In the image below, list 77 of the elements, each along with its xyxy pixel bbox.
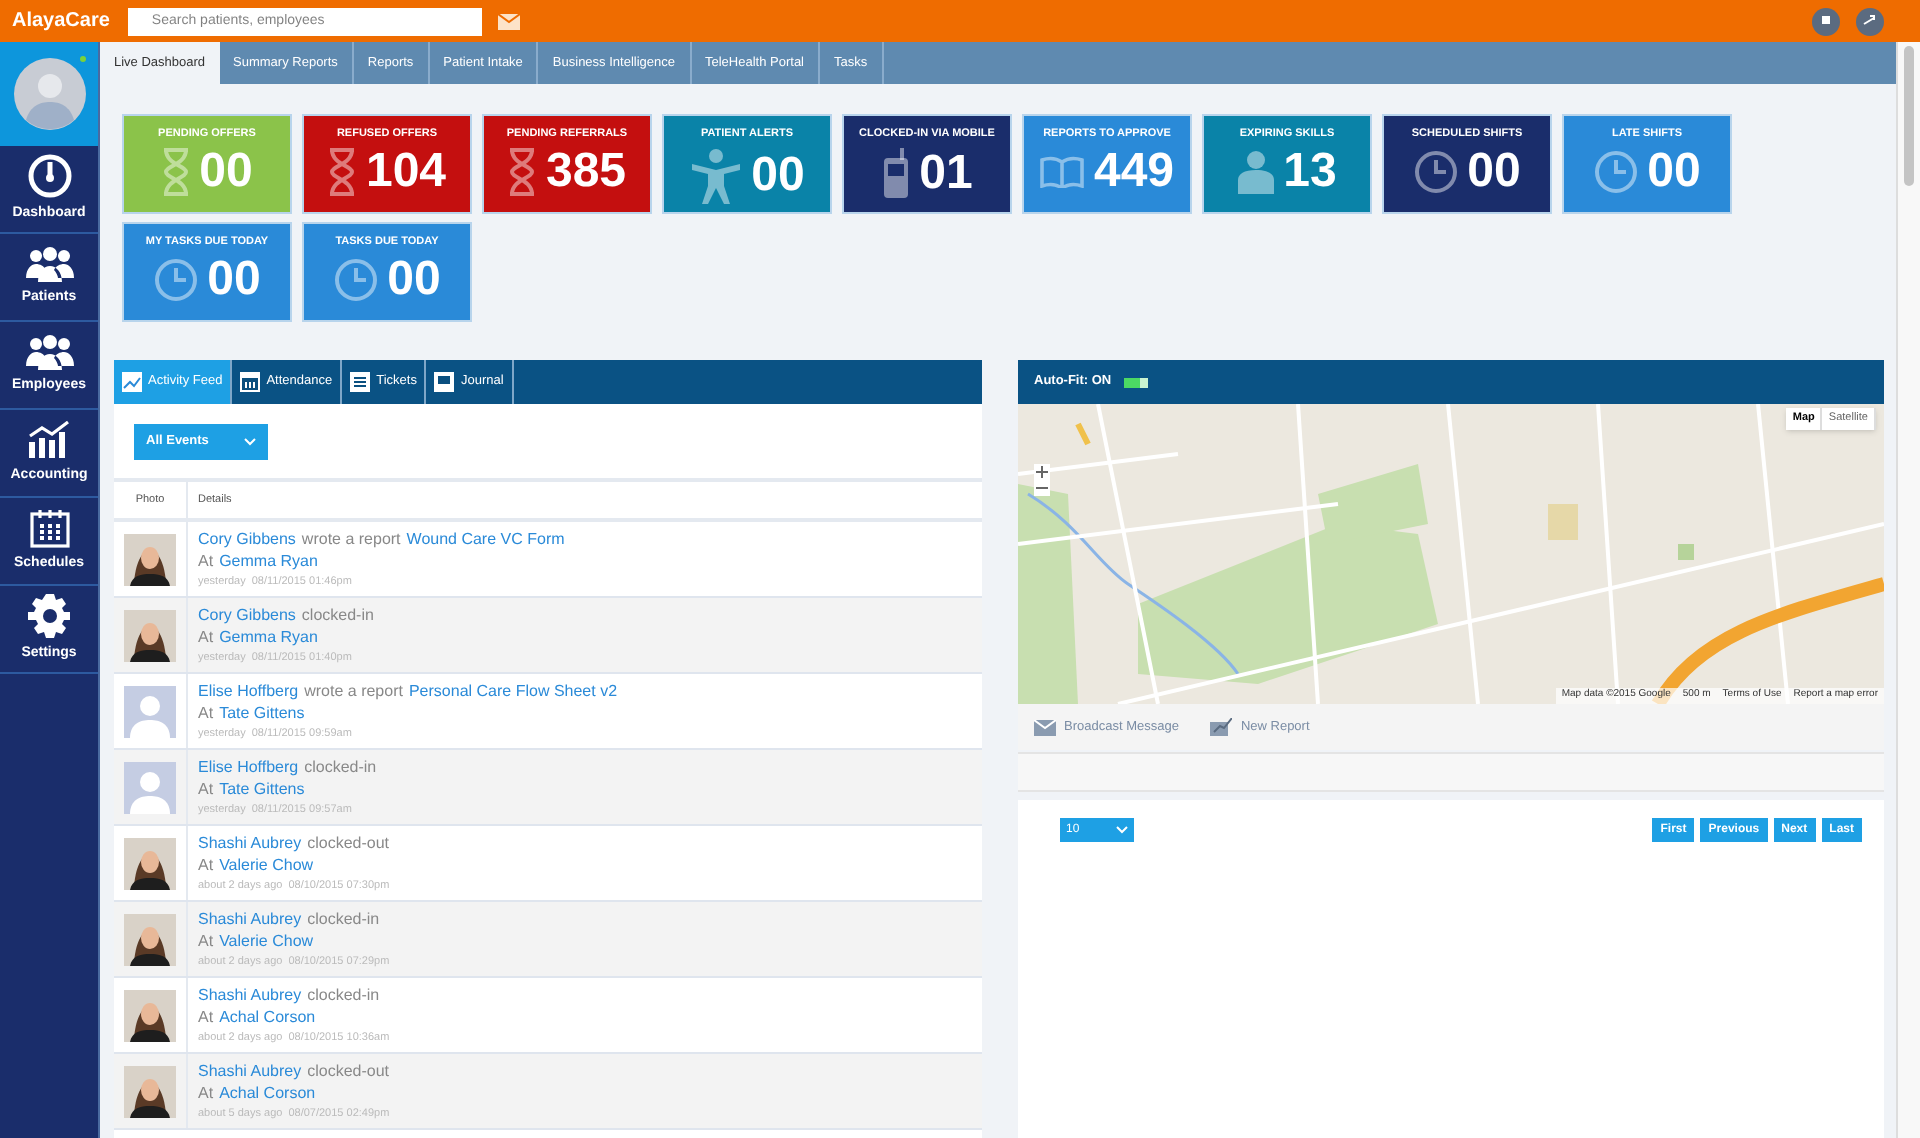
employee-link[interactable]: Shashi Aubrey bbox=[198, 985, 302, 1005]
gauge-icon bbox=[27, 153, 71, 198]
at-text: At bbox=[198, 627, 214, 647]
mail-icon bbox=[1034, 719, 1056, 735]
at-text: At bbox=[198, 1007, 214, 1027]
calendar-icon bbox=[240, 372, 261, 392]
employee-link[interactable]: Elise Hoffberg bbox=[198, 681, 299, 701]
clock-icon bbox=[1593, 150, 1638, 195]
list-icon bbox=[350, 372, 371, 392]
chevron-down-icon bbox=[1116, 826, 1128, 834]
action-text: clocked-out bbox=[307, 833, 390, 853]
avatar-icon[interactable] bbox=[13, 58, 85, 130]
clock-icon bbox=[333, 258, 378, 303]
employee-link[interactable]: Elise Hoffberg bbox=[198, 757, 299, 777]
client-link[interactable]: Achal Corson bbox=[219, 1007, 316, 1027]
journal-icon bbox=[434, 372, 455, 392]
tile-value: 01 bbox=[919, 150, 973, 199]
employee-link[interactable]: Cory Gibbens bbox=[198, 529, 296, 549]
chevron-down-icon bbox=[244, 437, 256, 445]
tile-value: 00 bbox=[199, 148, 253, 197]
tile-value: 104 bbox=[365, 148, 447, 197]
tile-value: 00 bbox=[387, 256, 441, 305]
hourglass-icon bbox=[507, 148, 536, 197]
employee-link[interactable]: Cory Gibbens bbox=[198, 605, 296, 625]
hourglass-icon bbox=[161, 148, 190, 197]
bar-chart-icon bbox=[27, 419, 71, 460]
tile-value: 00 bbox=[751, 152, 805, 201]
action-text: clocked-in bbox=[304, 757, 377, 777]
at-text: At bbox=[198, 551, 214, 571]
client-link[interactable]: Tate Gittens bbox=[219, 779, 305, 799]
at-text: At bbox=[198, 1083, 214, 1103]
employee-link[interactable]: Shashi Aubrey bbox=[198, 1061, 302, 1081]
action-text: clocked-in bbox=[307, 909, 380, 929]
settings-icon bbox=[27, 593, 71, 638]
report-link[interactable]: Personal Care Flow Sheet v2 bbox=[408, 681, 618, 701]
at-text: At bbox=[198, 855, 214, 875]
calendar-icon bbox=[29, 507, 69, 548]
tile-value: 385 bbox=[545, 148, 627, 197]
client-link[interactable]: Valerie Chow bbox=[219, 855, 314, 875]
action-text: clocked-in bbox=[307, 985, 380, 1005]
client-link[interactable]: Valerie Chow bbox=[219, 931, 314, 951]
avatar-placeholder-icon bbox=[124, 761, 176, 813]
tile-value: 00 bbox=[1647, 148, 1701, 197]
action-text: clocked-in bbox=[301, 605, 374, 625]
at-text: At bbox=[198, 931, 214, 951]
person-icon bbox=[689, 148, 742, 205]
clock-icon bbox=[1413, 150, 1458, 195]
people-icon bbox=[25, 333, 73, 370]
logo[interactable]: AlayaCare bbox=[10, 7, 112, 35]
client-link[interactable]: Achal Corson bbox=[219, 1083, 316, 1103]
hourglass-icon bbox=[327, 148, 356, 197]
autofit-toggle[interactable] bbox=[1123, 377, 1148, 387]
clock-icon bbox=[153, 258, 198, 303]
avatar-placeholder-icon bbox=[124, 685, 176, 737]
person-icon bbox=[1237, 150, 1274, 195]
action-text: wrote a report bbox=[304, 681, 403, 701]
client-link[interactable]: Gemma Ryan bbox=[219, 551, 318, 571]
zoom-in-icon[interactable] bbox=[1034, 464, 1050, 480]
action-text: clocked-out bbox=[307, 1061, 390, 1081]
chart-icon bbox=[122, 372, 142, 392]
tile-value: 449 bbox=[1093, 148, 1175, 197]
employee-link[interactable]: Shashi Aubrey bbox=[198, 833, 302, 853]
tile-value: 13 bbox=[1283, 148, 1337, 197]
tile-value: 00 bbox=[1467, 148, 1521, 197]
people-icon bbox=[25, 245, 73, 282]
action-text: wrote a report bbox=[301, 529, 401, 549]
client-link[interactable]: Tate Gittens bbox=[219, 703, 305, 723]
tile-value: 00 bbox=[207, 256, 261, 305]
status-dot-icon bbox=[80, 56, 86, 62]
at-text: At bbox=[198, 779, 214, 799]
phone-icon bbox=[881, 148, 910, 201]
report-link[interactable]: Wound Care VC Form bbox=[406, 529, 565, 549]
client-link[interactable]: Gemma Ryan bbox=[219, 627, 318, 647]
book-icon bbox=[1039, 156, 1084, 189]
report-icon bbox=[1210, 718, 1233, 736]
at-text: At bbox=[198, 703, 214, 723]
employee-link[interactable]: Shashi Aubrey bbox=[198, 909, 302, 929]
